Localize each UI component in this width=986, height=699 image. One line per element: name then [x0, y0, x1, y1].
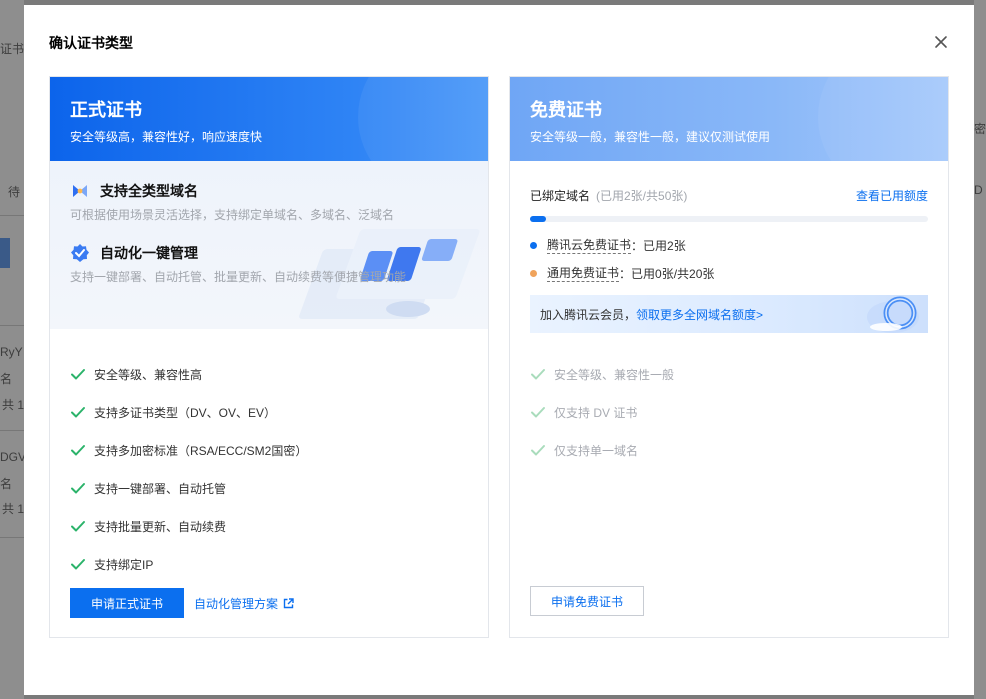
bound-label-text: 已绑定域名 — [530, 189, 591, 203]
membership-promo-banner: 加入腾讯云会员， 领取更多全网域名额度> — [530, 295, 928, 333]
paid-card-header: 正式证书 安全等级高，兼容性好，响应速度快 — [50, 77, 488, 161]
promo-link[interactable]: 领取更多全网域名额度> — [636, 306, 763, 323]
background-right-strip — [974, 0, 986, 699]
background-text: D — [974, 183, 983, 197]
background-text: RyY — [0, 345, 23, 359]
benefit-text: 支持批量更新、自动续费 — [94, 519, 227, 534]
progress-fill — [530, 216, 546, 222]
benefit-text: 安全等级、兼容性高 — [94, 367, 203, 382]
check-icon — [71, 521, 85, 532]
background-text: 待 — [8, 185, 21, 199]
background-text: 名 — [0, 372, 13, 386]
background-text: 共 1 — [2, 398, 25, 412]
feature-title: 支持全类型域名 — [100, 183, 198, 199]
background-text: 证书 — [0, 42, 25, 56]
quota-progress-bar — [530, 216, 928, 222]
free-benefit-list: 安全等级、兼容性一般 仅支持 DV 证书 仅支持单一域名 — [510, 333, 948, 469]
check-icon — [71, 369, 85, 380]
benefit-text: 支持多加密标准（RSA/ECC/SM2国密） — [94, 443, 308, 458]
bound-domains-row: 已绑定域名 (已用2张/共50张) 查看已用额度 — [510, 161, 948, 204]
quota-usage: ：已用2张 — [631, 238, 686, 253]
list-item: 支持多证书类型（DV、OV、EV） — [70, 393, 468, 431]
dialog-title: 确认证书类型 — [49, 35, 133, 51]
bound-domains-label: 已绑定域名 (已用2张/共50张) — [530, 187, 687, 204]
view-used-quota-link[interactable]: 查看已用额度 — [856, 187, 928, 204]
benefit-text: 仅支持单一域名 — [554, 443, 639, 458]
apply-free-certificate-button[interactable]: 申请免费证书 — [530, 586, 644, 616]
status-dot — [530, 269, 537, 277]
domain-types-icon — [70, 181, 90, 201]
list-item: 仅支持单一域名 — [530, 431, 928, 469]
benefit-text: 支持一键部署、自动托管 — [94, 481, 227, 496]
feature-title: 自动化一键管理 — [100, 245, 198, 261]
feature-one-click-management: 自动化一键管理 支持一键部署、自动托管、批量更新、自动续费等便捷管理功能 — [70, 243, 468, 285]
background-text: DGV — [0, 450, 27, 464]
check-icon — [71, 483, 85, 494]
list-item: 支持多加密标准（RSA/ECC/SM2国密） — [70, 431, 468, 469]
feature-description: 可根据使用场景灵活选择，支持绑定单域名、多域名、泛域名 — [70, 208, 395, 222]
background-text: 共 1 — [2, 502, 25, 516]
automation-badge-icon — [70, 243, 90, 263]
check-icon — [531, 445, 545, 456]
background-divider — [0, 215, 24, 216]
free-card-header: 免费证书 安全等级一般，兼容性一般，建议仅测试使用 — [510, 77, 948, 161]
quota-usage: ：已用0张/共20张 — [619, 266, 715, 281]
check-icon — [531, 407, 545, 418]
background-divider — [0, 537, 24, 538]
feature-description: 支持一键部署、自动托管、批量更新、自动续费等便捷管理功能 — [70, 270, 407, 284]
header-decoration — [358, 77, 488, 161]
close-icon[interactable] — [932, 33, 950, 51]
quota-name[interactable]: 腾讯云免费证书 — [547, 237, 632, 254]
promo-text: 加入腾讯云会员， — [540, 307, 637, 322]
benefit-text: 安全等级、兼容性一般 — [554, 367, 675, 382]
feature-all-domain-types: 支持全类型域名 可根据使用场景灵活选择，支持绑定单域名、多域名、泛域名 — [70, 181, 468, 223]
check-icon — [71, 445, 85, 456]
quota-name[interactable]: 通用免费证书 — [547, 265, 620, 282]
check-icon — [71, 407, 85, 418]
external-link-icon — [283, 597, 294, 608]
check-icon — [71, 559, 85, 570]
benefit-text: 支持多证书类型（DV、OV、EV） — [94, 405, 277, 420]
paid-certificate-card: 正式证书 安全等级高，兼容性好，响应速度快 支持全类型域名 可根据使用场景灵活选… — [49, 76, 489, 638]
background-divider — [0, 430, 24, 431]
background-text: 密 — [974, 122, 986, 136]
link-label: 自动化管理方案 — [194, 596, 279, 611]
quota-tencent-free: 腾讯云免费证书 ：已用2张 — [510, 231, 948, 259]
paid-feature-area: 支持全类型域名 可根据使用场景灵活选择，支持绑定单域名、多域名、泛域名 自动化一… — [50, 161, 488, 329]
check-icon — [531, 369, 545, 380]
list-item: 支持批量更新、自动续费 — [70, 507, 468, 545]
list-item: 安全等级、兼容性一般 — [530, 355, 928, 393]
header-decoration — [818, 77, 948, 161]
automation-solution-link[interactable]: 自动化管理方案 — [194, 595, 294, 612]
background-text: 名 — [0, 477, 13, 491]
membership-ring-illustration — [867, 296, 919, 333]
benefit-text: 仅支持 DV 证书 — [554, 405, 638, 420]
status-dot — [530, 241, 537, 249]
free-certificate-card: 免费证书 安全等级一般，兼容性一般，建议仅测试使用 已绑定域名 (已用2张/共50… — [509, 76, 949, 638]
benefit-text: 支持绑定IP — [94, 557, 154, 572]
quota-general-free: 通用免费证书 ：已用0张/共20张 — [510, 259, 948, 287]
paid-benefit-list: 安全等级、兼容性高 支持多证书类型（DV、OV、EV） 支持多加密标准（RSA/… — [50, 329, 488, 583]
list-item: 支持一键部署、自动托管 — [70, 469, 468, 507]
background-divider — [0, 325, 24, 326]
bound-usage: (已用2张/共50张) — [596, 189, 688, 203]
background-button — [0, 238, 10, 268]
paid-card-actions: 申请正式证书 自动化管理方案 — [70, 588, 294, 618]
apply-paid-certificate-button[interactable]: 申请正式证书 — [70, 588, 184, 618]
list-item: 支持绑定IP — [70, 545, 468, 583]
list-item: 仅支持 DV 证书 — [530, 393, 928, 431]
list-item: 安全等级、兼容性高 — [70, 355, 468, 393]
certificate-type-dialog: 确认证书类型 正式证书 安全等级高，兼容性好，响应速度快 支持全类型域名 可根据… — [24, 5, 974, 695]
